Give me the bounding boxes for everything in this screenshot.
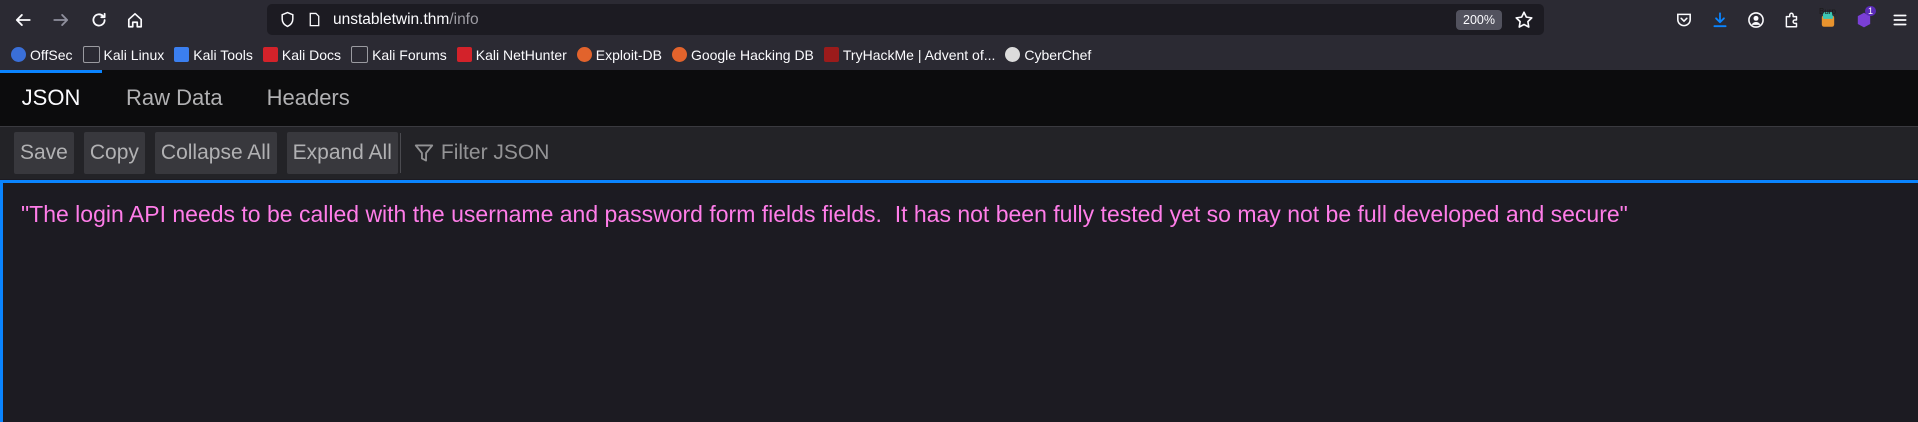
bookmark-label: Exploit-DB xyxy=(595,46,662,63)
page-icon[interactable] xyxy=(301,12,327,27)
filter-placeholder: Filter JSON xyxy=(440,141,550,164)
bookmark-exploit-db[interactable]: Exploit-DB xyxy=(576,46,662,63)
bookmark-kali-docs[interactable]: Kali Docs xyxy=(262,46,342,63)
collapse-all-button[interactable]: Collapse All xyxy=(154,132,277,174)
copy-button[interactable]: Copy xyxy=(83,132,145,174)
home-button[interactable] xyxy=(119,4,151,36)
extensions-button[interactable] xyxy=(1774,4,1810,36)
url-text[interactable]: unstabletwin.thm/info xyxy=(333,11,479,29)
save-button[interactable]: Save xyxy=(14,132,74,174)
bookmark-label: OffSec xyxy=(30,46,73,63)
filter-icon xyxy=(414,144,434,162)
bookmark-label: Kali Tools xyxy=(193,46,253,63)
tab-json[interactable]: JSON xyxy=(0,70,102,126)
home-icon xyxy=(127,12,143,28)
bookmark-label: Kali Linux xyxy=(103,46,165,63)
forward-button[interactable] xyxy=(45,4,77,36)
url-bar[interactable]: unstabletwin.thm/info 200% xyxy=(267,4,1544,35)
bookmark-label: Kali NetHunter xyxy=(475,46,567,63)
account-button[interactable] xyxy=(1738,4,1774,36)
bookmark-label: CyberChef xyxy=(1024,46,1092,63)
toolbar-divider xyxy=(399,133,401,173)
bookmark-label: Google Hacking DB xyxy=(690,46,814,63)
shield-icon[interactable] xyxy=(273,11,301,28)
back-button[interactable] xyxy=(7,4,39,36)
burp-extension-badge: Burp xyxy=(1819,6,1836,16)
url-host: unstabletwin.thm xyxy=(333,10,450,28)
offsec-icon xyxy=(11,47,26,62)
kali-docs-icon xyxy=(262,47,278,62)
bookmark-tryhackme[interactable]: TryHackMe | Advent of... xyxy=(823,46,996,63)
kali-dragon-icon xyxy=(351,46,369,63)
reload-icon xyxy=(92,12,106,26)
expand-all-button[interactable]: Expand All xyxy=(286,132,398,174)
browser-window: unstabletwin.thm/info 200% Burp 1 OffSec… xyxy=(0,0,1918,422)
bookmark-offsec[interactable]: OffSec xyxy=(11,47,73,63)
bookmarks-toolbar: OffSec Kali Linux Kali Tools Kali Docs K… xyxy=(0,39,1918,70)
downloads-button[interactable] xyxy=(1702,4,1738,36)
hamburger-menu-icon xyxy=(1893,14,1907,25)
bookmark-google-hacking-db[interactable]: Google Hacking DB xyxy=(671,46,814,63)
bookmark-kali-linux[interactable]: Kali Linux xyxy=(82,46,165,63)
tab-raw-data[interactable]: Raw Data xyxy=(104,70,245,126)
kali-tools-icon xyxy=(174,47,190,62)
bookmark-cyberchef[interactable]: CyberChef xyxy=(1005,47,1091,63)
cyberchef-icon xyxy=(1005,47,1021,62)
json-string-value: "The login API needs to be called with t… xyxy=(21,201,1628,227)
arrow-right-icon xyxy=(53,13,69,26)
pocket-button[interactable] xyxy=(1666,4,1702,36)
ghdb-icon xyxy=(671,47,687,62)
bookmark-label: Kali Docs xyxy=(281,46,342,63)
json-body-panel: "The login API needs to be called with t… xyxy=(0,180,1918,422)
puzzle-icon xyxy=(1785,12,1798,27)
exploit-db-icon xyxy=(576,47,592,62)
json-viewer-tabbar: JSON Raw Data Headers xyxy=(0,70,1918,127)
bookmark-kali-tools[interactable]: Kali Tools xyxy=(174,47,253,63)
burp-extension-button[interactable]: Burp xyxy=(1810,4,1846,36)
extension-button[interactable]: 1 xyxy=(1846,4,1882,36)
app-menu-button[interactable] xyxy=(1882,4,1918,36)
bookmark-label: TryHackMe | Advent of... xyxy=(842,46,996,63)
bookmark-label: Kali Forums xyxy=(372,46,447,63)
pocket-icon xyxy=(1677,13,1691,26)
kali-dragon-icon xyxy=(82,46,100,63)
json-viewer-toolbar: Save Copy Collapse All Expand All Filter… xyxy=(0,127,1918,179)
tab-headers[interactable]: Headers xyxy=(245,70,372,126)
nethunter-icon xyxy=(456,47,472,62)
download-icon xyxy=(1713,11,1727,27)
url-path: /info xyxy=(449,10,479,28)
tryhackme-icon xyxy=(823,47,839,62)
zoom-level-badge[interactable]: 200% xyxy=(1456,10,1502,30)
toolbar-right-icons: Burp 1 xyxy=(1666,0,1918,39)
navigation-toolbar: unstabletwin.thm/info 200% Burp 1 xyxy=(0,0,1918,39)
extension-count-badge: 1 xyxy=(1864,5,1876,16)
filter-json-input[interactable]: Filter JSON xyxy=(413,141,550,165)
bookmark-kali-nethunter[interactable]: Kali NetHunter xyxy=(456,46,567,63)
bookmark-kali-forums[interactable]: Kali Forums xyxy=(351,46,447,63)
account-icon xyxy=(1748,11,1764,28)
arrow-left-icon xyxy=(15,13,31,26)
bookmark-star-icon[interactable] xyxy=(1514,10,1534,30)
reload-button[interactable] xyxy=(83,4,115,36)
